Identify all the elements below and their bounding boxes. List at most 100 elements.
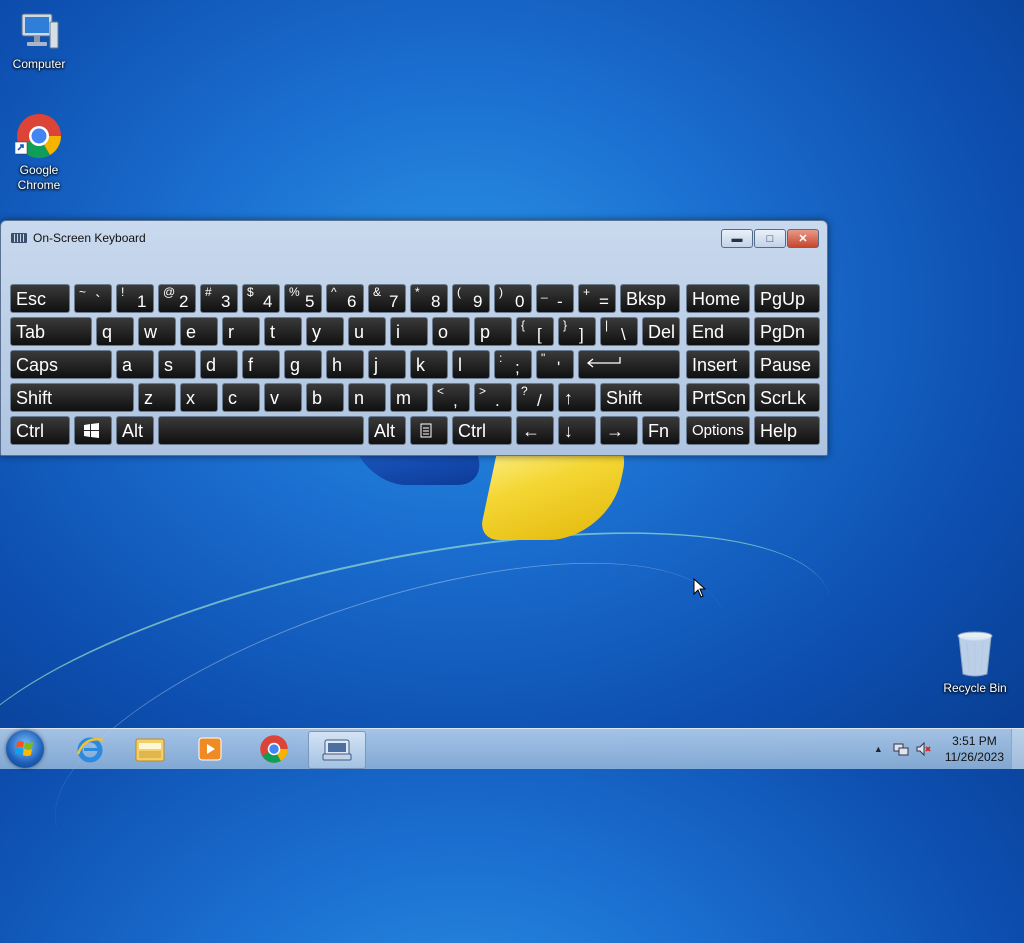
key-o[interactable]: o <box>432 317 470 346</box>
key-fn[interactable]: Fn <box>642 416 680 445</box>
taskbar-chrome[interactable] <box>246 731 302 767</box>
key-ctrl[interactable]: Ctrl <box>452 416 512 445</box>
key-tab[interactable]: Tab <box>10 317 92 346</box>
key-shift[interactable]: Shift <box>10 383 134 412</box>
clock[interactable]: 3:51 PM 11/26/2023 <box>945 733 1004 765</box>
key-pgdn[interactable]: PgDn <box>754 317 820 346</box>
key-;[interactable]: :; <box>494 350 532 379</box>
taskbar-file-explorer[interactable] <box>122 731 178 767</box>
key-label: → <box>606 421 624 441</box>
key-esc[interactable]: Esc <box>10 284 70 313</box>
key-f[interactable]: f <box>242 350 280 379</box>
key-l[interactable]: l <box>452 350 490 379</box>
key-space[interactable] <box>158 416 364 445</box>
key-5[interactable]: % 5 <box>284 284 322 313</box>
key-.[interactable]: >. <box>474 383 512 412</box>
key-y[interactable]: y <box>306 317 344 346</box>
key-n[interactable]: n <box>348 383 386 412</box>
key-end[interactable]: End <box>686 317 750 346</box>
key-0[interactable]: ) 0 <box>494 284 532 313</box>
key-z[interactable]: z <box>138 383 176 412</box>
key-t[interactable]: t <box>264 317 302 346</box>
key-shift-label: ( <box>457 285 461 299</box>
key-caps[interactable]: Caps <box>10 350 112 379</box>
key-`[interactable]: ~ ` <box>74 284 112 313</box>
key-2[interactable]: @2 <box>158 284 196 313</box>
key-options[interactable]: Options <box>686 416 750 445</box>
key-pgup[interactable]: PgUp <box>754 284 820 313</box>
key-a[interactable]: a <box>116 350 154 379</box>
key-e[interactable]: e <box>180 317 218 346</box>
key-j[interactable]: j <box>368 350 406 379</box>
key-del[interactable]: Del <box>642 317 680 346</box>
taskbar-internet-explorer[interactable] <box>62 731 118 767</box>
key-s[interactable]: s <box>158 350 196 379</box>
desktop-icon-recycle-bin[interactable]: Recycle Bin <box>936 630 1014 696</box>
key-↑[interactable]: ↑ <box>558 383 596 412</box>
key-↓[interactable]: ↓ <box>558 416 596 445</box>
key-r[interactable]: r <box>222 317 260 346</box>
taskbar-media-player[interactable] <box>182 731 238 767</box>
start-button[interactable] <box>6 730 44 768</box>
key-alt[interactable]: Alt <box>116 416 154 445</box>
key-menu[interactable] <box>410 416 448 445</box>
key-prtscn[interactable]: PrtScn <box>686 383 750 412</box>
key-9[interactable]: (9 <box>452 284 490 313</box>
key-6[interactable]: ^ 6 <box>326 284 364 313</box>
key-,[interactable]: <, <box>432 383 470 412</box>
key--[interactable]: _ - <box>536 284 574 313</box>
key-m[interactable]: m <box>390 383 428 412</box>
desktop-icon-computer[interactable]: Computer <box>1 8 77 72</box>
key-][interactable]: }] <box>558 317 596 346</box>
key-p[interactable]: p <box>474 317 512 346</box>
maximize-button[interactable]: □ <box>754 229 786 248</box>
key-home[interactable]: Home <box>686 284 750 313</box>
key-v[interactable]: v <box>264 383 302 412</box>
key-pause[interactable]: Pause <box>754 350 820 379</box>
minimize-button[interactable]: ▬ <box>721 229 753 248</box>
key-'[interactable]: " ' <box>536 350 574 379</box>
volume-muted-icon[interactable] <box>915 741 931 757</box>
key-shift[interactable]: Shift <box>600 383 680 412</box>
clock-time: 3:51 PM <box>952 734 997 748</box>
key-label: x <box>186 388 195 408</box>
key-[[interactable]: {[ <box>516 317 554 346</box>
key-d[interactable]: d <box>200 350 238 379</box>
key-b[interactable]: b <box>306 383 344 412</box>
key-windows[interactable] <box>74 416 112 445</box>
key-1[interactable]: ! 1 <box>116 284 154 313</box>
taskbar-on-screen-keyboard[interactable] <box>308 731 366 769</box>
key-8[interactable]: * 8 <box>410 284 448 313</box>
key-→[interactable]: → <box>600 416 638 445</box>
key-3[interactable]: #3 <box>200 284 238 313</box>
show-hidden-icons-icon[interactable]: ▲ <box>874 744 883 754</box>
key-←[interactable]: ← <box>516 416 554 445</box>
key-h[interactable]: h <box>326 350 364 379</box>
key-=[interactable]: + = <box>578 284 616 313</box>
key-q[interactable]: q <box>96 317 134 346</box>
key-k[interactable]: k <box>410 350 448 379</box>
on-screen-keyboard-window[interactable]: On-Screen Keyboard ▬ □ ✕ Esc ~ `! 1 @2 #3 $4% 5… <box>0 220 828 456</box>
key-7[interactable]: & 7 <box>368 284 406 313</box>
key-ctrl[interactable]: Ctrl <box>10 416 70 445</box>
maximize-icon: □ <box>766 232 774 245</box>
key-w[interactable]: w <box>138 317 176 346</box>
key-/[interactable]: ? / <box>516 383 554 412</box>
key-bksp[interactable]: Bksp <box>620 284 680 313</box>
key-enter[interactable] <box>578 350 680 379</box>
network-icon[interactable] <box>893 741 909 757</box>
key-scrlk[interactable]: ScrLk <box>754 383 820 412</box>
close-button[interactable]: ✕ <box>787 229 819 248</box>
key-\[interactable]: | \ <box>600 317 638 346</box>
key-g[interactable]: g <box>284 350 322 379</box>
key-insert[interactable]: Insert <box>686 350 750 379</box>
key-u[interactable]: u <box>348 317 386 346</box>
key-alt[interactable]: Alt <box>368 416 406 445</box>
key-c[interactable]: c <box>222 383 260 412</box>
key-help[interactable]: Help <box>754 416 820 445</box>
key-i[interactable]: i <box>390 317 428 346</box>
show-desktop-button[interactable] <box>1011 729 1024 769</box>
desktop-icon-chrome[interactable]: Google Chrome <box>1 112 77 193</box>
key-4[interactable]: $4 <box>242 284 280 313</box>
key-x[interactable]: x <box>180 383 218 412</box>
